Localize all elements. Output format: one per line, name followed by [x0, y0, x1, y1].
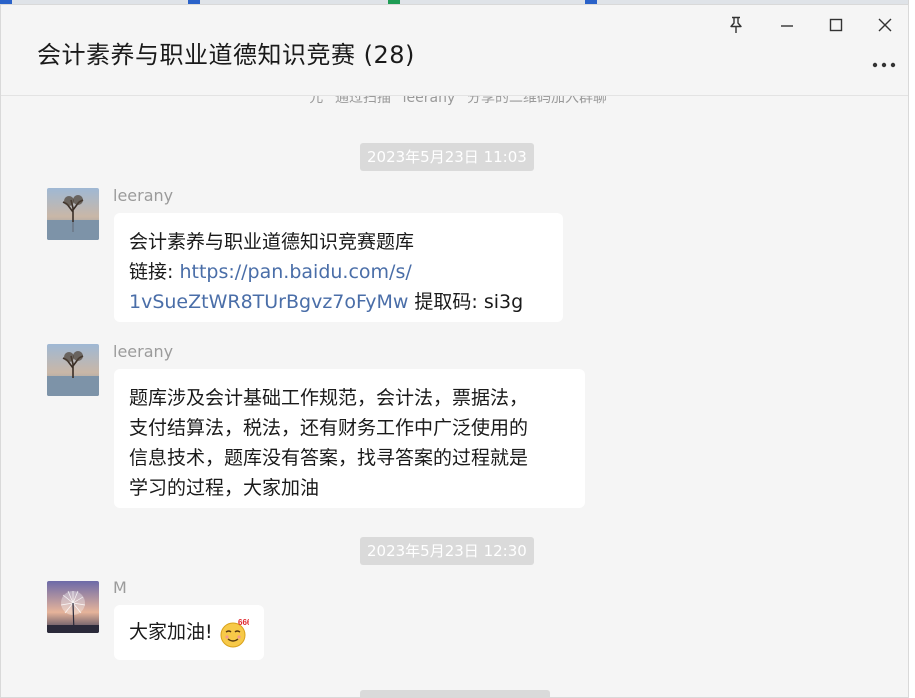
avatar-dandelion-image [47, 581, 99, 633]
background-window-edge [908, 0, 915, 698]
sender-name: leerany [113, 186, 174, 205]
message-text: 提取码: si3g [408, 291, 524, 313]
sender-name: leerany [113, 342, 174, 361]
minimize-button[interactable] [773, 13, 801, 37]
close-icon [878, 18, 892, 32]
share-link[interactable]: 1vSueZtWR8TUrBgvz7oFyMw [129, 291, 408, 313]
pin-button[interactable] [722, 13, 750, 37]
message-bubble[interactable]: 题库涉及会计基础工作规范，会计法，票据法， 支付结算法，税法，还有财务工作中广泛… [114, 369, 585, 508]
message-text: 学习的过程，大家加油 [129, 477, 320, 499]
message-list[interactable]: “元” 通过扫描 “leerany” 分享的二维码加入群聊 2023年5月23日… [1, 96, 908, 697]
message-bubble[interactable]: 会计素养与职业道德知识竞赛题库 链接: https://pan.baidu.co… [114, 213, 563, 322]
message-bubble[interactable]: 大家加油! 666 [114, 605, 264, 660]
chat-window: 会计素养与职业道德知识竞赛 (28) “元” 通过扫描 “leerany” 分享… [0, 4, 909, 698]
more-options-button[interactable] [869, 53, 899, 77]
system-notice: “元” 通过扫描 “leerany” 分享的二维码加入群聊 [302, 96, 607, 106]
message-text: 链接: [129, 261, 180, 283]
avatar-tree-image [47, 188, 99, 240]
share-link[interactable]: https://pan.baidu.com/s/ [179, 261, 411, 283]
avatar-tree-image [47, 344, 99, 396]
timestamp: 2023年5月23日 11:03 [360, 143, 534, 171]
svg-text:666: 666 [238, 618, 249, 627]
message-text: 大家加油! [129, 621, 213, 643]
chat-header: 会计素养与职业道德知识竞赛 (28) [1, 5, 908, 96]
avatar[interactable] [47, 581, 99, 633]
minimize-icon [781, 25, 793, 27]
avatar[interactable] [47, 344, 99, 396]
timestamp: 2023年5月23日 12:30 [360, 537, 534, 565]
avatar[interactable] [47, 188, 99, 240]
timestamp-partial [360, 690, 550, 697]
message-text: 支付结算法，税法，还有财务工作中广泛使用的 [129, 417, 529, 439]
pin-icon [730, 16, 742, 33]
maximize-button[interactable] [822, 13, 850, 37]
chat-title: 会计素养与职业道德知识竞赛 (28) [37, 41, 415, 69]
maximize-icon [829, 18, 843, 32]
close-button[interactable] [871, 13, 899, 37]
message-text: 信息技术，题库没有答案，找寻答案的过程就是 [129, 447, 529, 469]
message-text: 题库涉及会计基础工作规范，会计法，票据法， [129, 387, 529, 409]
emoji-666-icon: 666 [219, 618, 252, 648]
more-icon [872, 62, 896, 68]
message-text: 会计素养与职业道德知识竞赛题库 [129, 231, 415, 253]
sender-name: M [113, 578, 127, 597]
